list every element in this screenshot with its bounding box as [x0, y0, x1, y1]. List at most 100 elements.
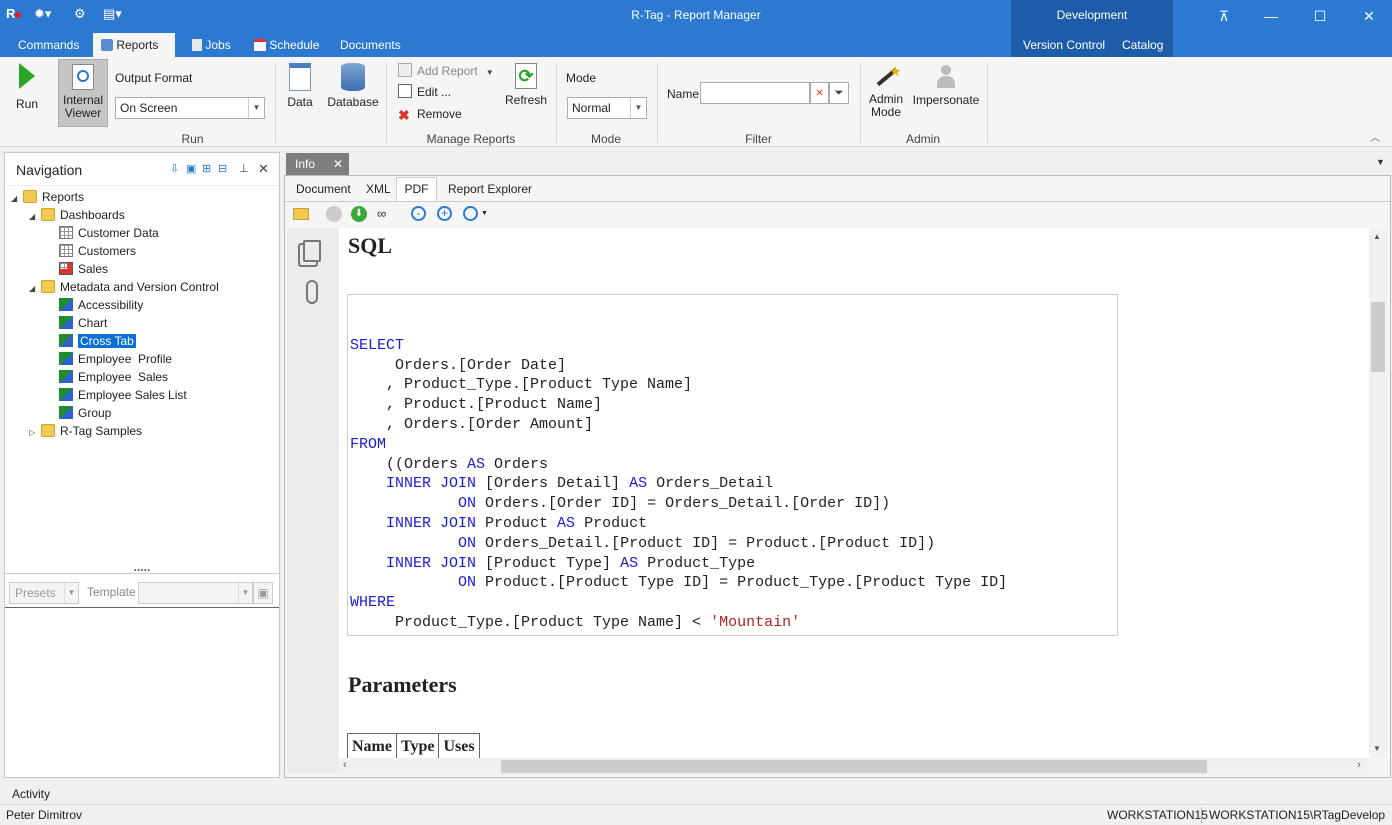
tab-catalog[interactable]: Catalog — [1114, 33, 1171, 57]
mode-select[interactable]: Normal ▼ — [567, 97, 647, 119]
subtab-pdf[interactable]: PDF — [396, 177, 437, 202]
scroll-down-arrow-icon[interactable]: ▼ — [1373, 744, 1381, 753]
zoom-out-icon[interactable]: - — [411, 206, 426, 221]
tree-node-metadata[interactable]: ◢ Metadata and Version Control — [11, 278, 279, 296]
tree-node-dashboards[interactable]: ◢ Dashboards — [11, 206, 279, 224]
group-label-run: Run — [181, 132, 204, 146]
tab-info-label: Info — [295, 157, 316, 171]
restore-ribbon-icon[interactable]: ⊼ — [1209, 5, 1239, 27]
tab-jobs[interactable]: Jobs — [184, 33, 239, 57]
tree-item-cross-tab[interactable]: Cross Tab — [11, 332, 279, 350]
impersonate-label: Impersonate — [912, 93, 980, 107]
database-button[interactable]: Database — [326, 63, 380, 109]
collapse-arrow-icon[interactable]: ◢ — [29, 280, 41, 298]
tree-item-customers[interactable]: Customers — [11, 242, 279, 260]
zoom-menu-icon[interactable] — [463, 206, 478, 221]
tree-item-customer-data[interactable]: Customer Data — [11, 224, 279, 242]
tree-node-reports[interactable]: ◢ Reports — [11, 188, 279, 206]
minimize-button[interactable]: — — [1256, 5, 1286, 27]
scroll-thumb[interactable] — [1371, 302, 1385, 372]
versioned-report-icon — [59, 298, 73, 311]
horizontal-scrollbar[interactable]: ‹ › — [339, 758, 1369, 775]
tree-item-employee-sales-list[interactable]: Employee Sales List — [11, 386, 279, 404]
pin-icon[interactable]: ⊥ — [239, 162, 249, 175]
tree-label: Employee Sales List — [78, 388, 187, 402]
minus-box-icon[interactable]: ⊟ — [218, 162, 227, 175]
expand-arrow-icon[interactable]: ▷ — [29, 424, 41, 442]
subtab-xml[interactable]: XML — [366, 182, 391, 196]
attachment-paperclip-icon[interactable] — [306, 280, 318, 304]
tree-item-group[interactable]: Group — [11, 404, 279, 422]
add-report-button[interactable]: Add Report ▼ — [398, 61, 494, 81]
impersonate-button[interactable]: Impersonate — [912, 63, 980, 107]
collapse-ribbon-icon[interactable]: ︿ — [1370, 129, 1380, 144]
edit-button[interactable]: Edit ... — [398, 82, 451, 102]
tab-commands[interactable]: Commands — [10, 33, 87, 57]
apply-filter-icon[interactable]: ⏷ — [829, 82, 849, 104]
plus-box-icon[interactable]: ⊞ — [202, 162, 211, 175]
tab-schedule[interactable]: Schedule — [246, 33, 327, 57]
clear-filter-icon[interactable]: ⨯ — [810, 82, 829, 104]
close-tab-icon[interactable]: ✕ — [333, 153, 343, 175]
remove-button[interactable]: ✖ Remove — [398, 104, 462, 124]
tree-item-accessibility[interactable]: Accessibility — [11, 296, 279, 314]
splitter-grip[interactable]: ..... — [5, 561, 279, 573]
close-button[interactable]: ✕ — [1354, 5, 1384, 27]
tab-reports[interactable]: Reports — [93, 33, 175, 57]
edit-label: Edit ... — [417, 85, 452, 99]
maximize-button[interactable]: ☐ — [1305, 5, 1335, 27]
tab-info[interactable]: Info ✕ — [286, 153, 349, 176]
close-icon[interactable]: ✕ — [258, 161, 269, 177]
magnifier-report-icon — [72, 64, 94, 90]
tab-documents[interactable]: Documents — [332, 33, 409, 57]
run-button[interactable]: Run — [10, 63, 44, 111]
collapse-arrow-icon[interactable]: ◢ — [29, 208, 41, 226]
expand-all-icon[interactable]: ⇩ — [170, 162, 179, 175]
admin-mode-button[interactable]: ★ Admin Mode — [866, 63, 906, 119]
subtab-document[interactable]: Document — [296, 182, 351, 196]
status-bar: Peter Dimitrov WORKSTATION15 WORKSTATION… — [0, 804, 1392, 825]
tab-version-control[interactable]: Version Control — [1015, 33, 1113, 57]
status-machine: WORKSTATION15 — [1107, 808, 1208, 822]
data-button[interactable]: Data — [283, 63, 317, 109]
tree-item-employee-sales[interactable]: Employee Sales — [11, 368, 279, 386]
save-icon[interactable]: ▣ — [186, 162, 196, 175]
tab-jobs-label: Jobs — [205, 38, 231, 52]
sql-line: ON Product.[Product Type ID] = Product_T… — [458, 574, 1008, 592]
collapse-arrow-icon[interactable]: ◢ — [11, 190, 23, 208]
scroll-up-arrow-icon[interactable]: ▲ — [1373, 232, 1381, 241]
separator — [860, 63, 861, 143]
find-binoculars-icon[interactable]: ∞ — [377, 206, 386, 221]
chevron-down-icon[interactable]: ▼ — [481, 210, 488, 217]
output-format-select[interactable]: On Screen ▼ — [115, 97, 265, 119]
page-up-icon[interactable] — [326, 206, 342, 222]
tree-node-rtag-samples[interactable]: ▷ R-Tag Samples — [11, 422, 279, 440]
pages-icon[interactable] — [303, 240, 321, 262]
remove-x-icon: ✖ — [398, 107, 410, 123]
reports-tab-icon — [101, 39, 113, 51]
scroll-left-arrow-icon[interactable]: ‹ — [343, 759, 347, 771]
scroll-thumb[interactable] — [501, 760, 1207, 773]
tab-list-dropdown-icon[interactable]: ▼ — [1376, 157, 1385, 167]
activity-label[interactable]: Activity — [12, 787, 50, 801]
save-template-icon[interactable]: ▣ — [253, 582, 273, 604]
tree-item-sales[interactable]: Sales — [11, 260, 279, 278]
tree-item-employee-profile[interactable]: Employee Profile — [11, 350, 279, 368]
sql-heading: SQL — [348, 233, 393, 258]
scroll-right-arrow-icon[interactable]: › — [1357, 759, 1361, 771]
template-select[interactable]: ▼ — [138, 582, 253, 604]
vertical-scrollbar[interactable]: ▲ ▼ — [1369, 228, 1387, 758]
presets-select[interactable]: Presets ▼ — [9, 582, 79, 604]
internal-viewer-button[interactable]: Internal Viewer — [58, 59, 108, 127]
open-folder-icon[interactable] — [293, 208, 309, 220]
zoom-in-icon[interactable]: + — [437, 206, 452, 221]
name-filter-input[interactable] — [700, 82, 810, 104]
ribbon: Run Internal Viewer Output Format On Scr… — [0, 57, 1392, 147]
tree-item-chart[interactable]: Chart — [11, 314, 279, 332]
group-label-mode: Mode — [590, 132, 622, 146]
subtab-report-explorer[interactable]: Report Explorer — [448, 182, 532, 196]
page-down-icon[interactable]: ⬇ — [351, 206, 367, 222]
refresh-button[interactable]: ⟳ Refresh — [505, 63, 547, 107]
tab-reports-label: Reports — [116, 38, 159, 52]
sql-line: Product_Type.[Product Type Name] < 'Moun… — [350, 613, 801, 631]
